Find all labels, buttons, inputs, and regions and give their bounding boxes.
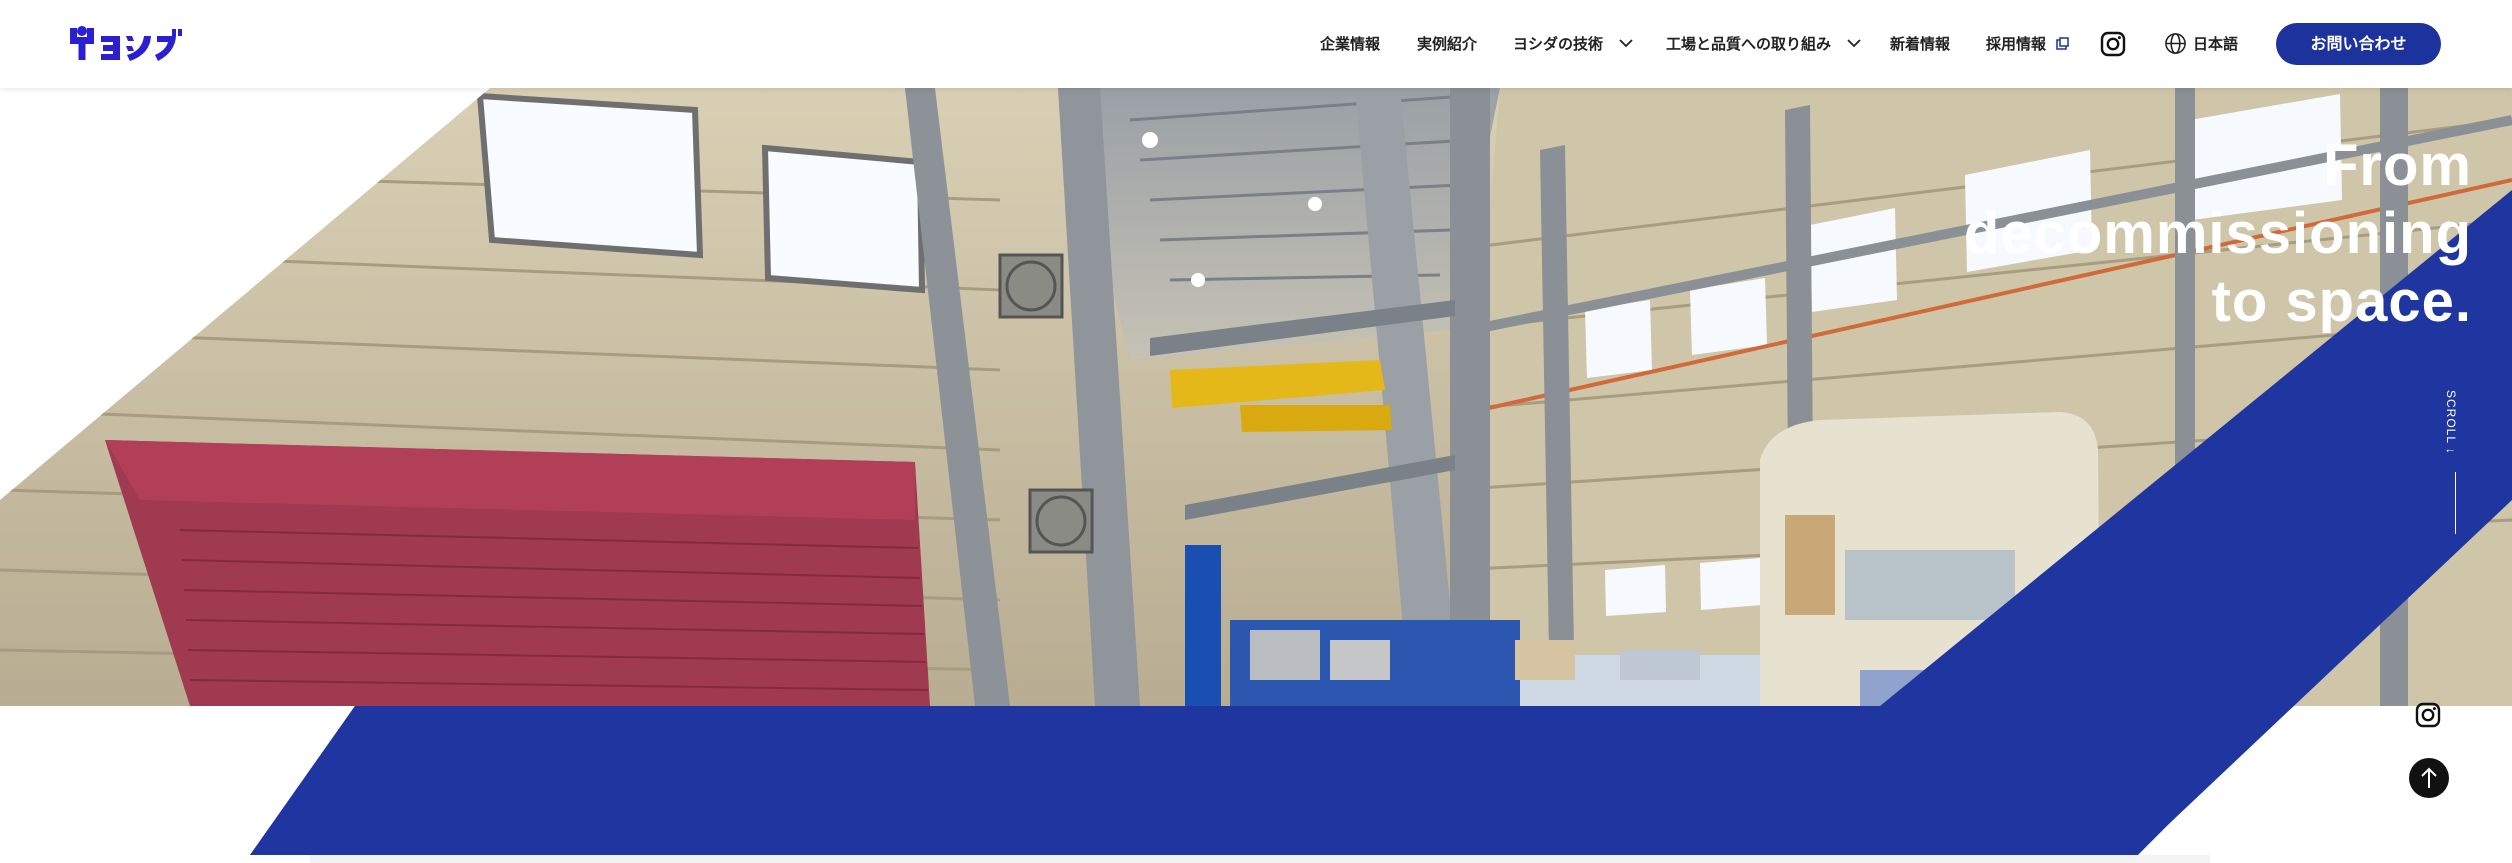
side-instagram-icon[interactable] [2415,702,2441,728]
tagline-line-1: From [2323,133,2472,198]
language-switcher[interactable]: 日本語 [2164,30,2238,58]
scroll-label: SCROLL ↓ [2444,390,2458,455]
external-link-icon [2056,37,2069,50]
chevron-down-icon [1619,39,1633,48]
hero-section: From decommissioning to space. SCROLL ↓ [0,0,2512,863]
site-header: 企業情報 実例紹介 ヨシダの技術 工場と品質への取り組み 新着情報 採用情報 日… [0,0,2512,88]
tagline-line-3: to space. [2211,269,2472,334]
yoshida-logo[interactable] [68,24,192,64]
hero-image [0,88,2512,863]
nav-factory-quality[interactable]: 工場と品質への取り組み [1666,30,1862,58]
contact-button[interactable]: お問い合わせ [2276,23,2441,65]
header-instagram-icon[interactable] [2100,31,2126,57]
nav-label: ヨシダの技術 [1513,35,1604,53]
language-label: 日本語 [2193,35,2239,53]
hero-tagline: From decommissioning to space. [1964,132,2472,336]
nav-technology[interactable]: ヨシダの技術 [1513,30,1634,58]
content-edge [310,855,2210,863]
chevron-down-icon [1847,39,1861,48]
nav-label: 採用情報 [1986,35,2047,53]
arrow-up-icon [2421,767,2437,788]
back-to-top-button[interactable] [2409,758,2449,798]
nav-recruit[interactable]: 採用情報 [1986,30,2069,58]
scroll-indicator[interactable]: SCROLL ↓ [2444,390,2468,540]
nav-label: 工場と品質への取り組み [1666,35,1832,53]
logo-mark [70,26,182,61]
scroll-line [2455,472,2456,534]
nav-label: 実例紹介 [1417,35,1478,53]
nav-company-info[interactable]: 企業情報 [1320,30,1380,58]
nav-label: 企業情報 [1320,35,1381,53]
nav-case-studies[interactable]: 実例紹介 [1417,30,1477,58]
nav-news[interactable]: 新着情報 [1890,30,1950,58]
nav-label: 新着情報 [1890,35,1951,53]
globe-icon [2165,33,2186,54]
tagline-line-2: decommissioning [1963,201,2472,266]
